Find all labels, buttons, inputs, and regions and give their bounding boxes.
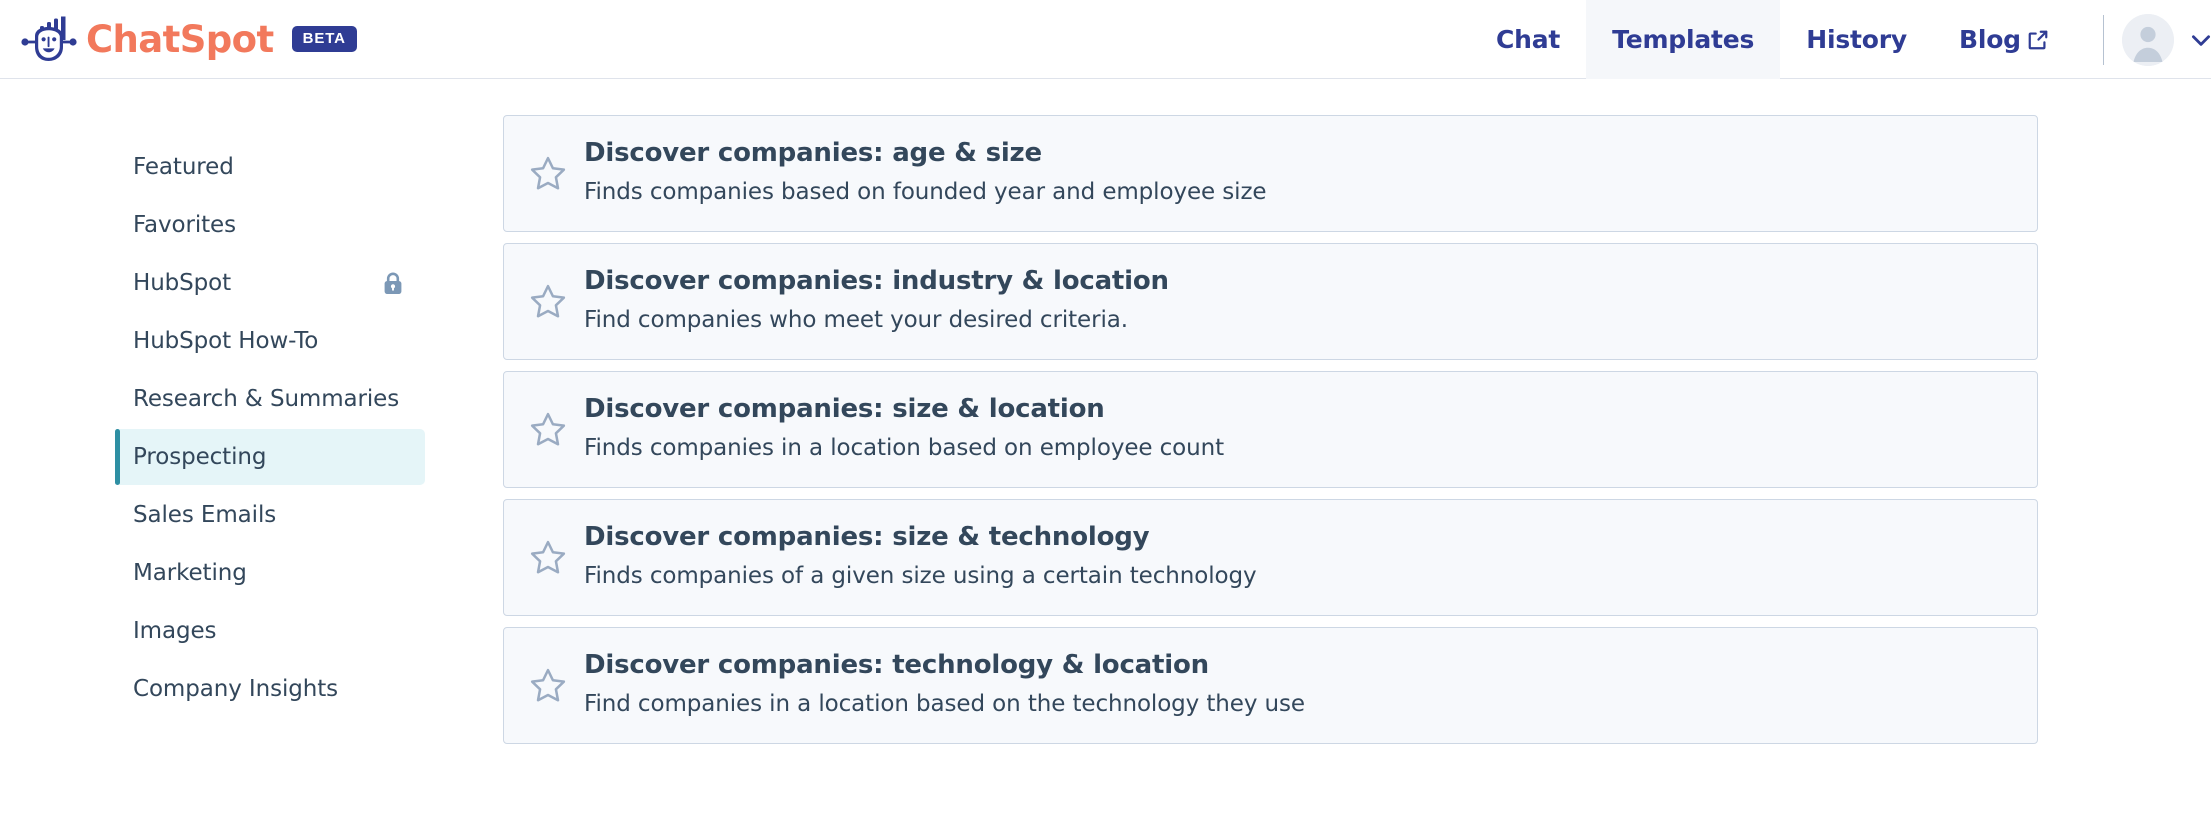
template-card-text: Discover companies: size & location Find… (584, 393, 2037, 464)
brand-logo[interactable]: ChatSpot BETA (0, 0, 357, 79)
nav-item-blog[interactable]: Blog (1933, 0, 2075, 79)
favorite-star-button[interactable] (504, 666, 584, 704)
sidebar-item-label: Images (133, 618, 217, 644)
template-card[interactable]: Discover companies: size & technology Fi… (503, 499, 2038, 616)
sidebar-item-hubspot-how-to[interactable]: HubSpot How-To (115, 313, 425, 369)
star-outline-icon (530, 284, 566, 317)
sidebar-item-label: Featured (133, 154, 234, 180)
beta-badge: BETA (291, 26, 357, 52)
sidebar-item-label: Research & Summaries (133, 386, 400, 412)
template-card[interactable]: Discover companies: size & location Find… (503, 371, 2038, 488)
template-card-text: Discover companies: technology & locatio… (584, 649, 2037, 720)
favorite-star-button[interactable] (504, 154, 584, 192)
lock-icon (383, 272, 403, 295)
template-card-description: Find companies who meet your desired cri… (584, 307, 1128, 334)
main-navigation: Chat Templates History Blog (1470, 0, 2211, 79)
category-sidebar: Featured Favorites HubSpot HubSpot How-T… (115, 115, 425, 744)
lock-icon-glyph (384, 272, 402, 294)
sidebar-item-hubspot[interactable]: HubSpot (115, 255, 425, 311)
user-avatar-icon (2121, 13, 2174, 66)
sidebar-item-label: HubSpot (133, 270, 232, 296)
nav-item-blog-label: Blog (1958, 25, 2021, 54)
template-card[interactable]: Discover companies: age & size Finds com… (503, 115, 2038, 232)
sidebar-item-label: HubSpot How-To (133, 328, 319, 354)
template-list-area: Discover companies: age & size Finds com… (425, 115, 2211, 744)
favorite-star-button[interactable] (504, 282, 584, 320)
star-outline-icon (530, 156, 566, 189)
template-card-title: Discover companies: size & location (584, 393, 1105, 424)
template-card-title: Discover companies: age & size (584, 137, 1042, 168)
template-card-text: Discover companies: age & size Finds com… (584, 137, 2037, 208)
nav-item-templates[interactable]: Templates (1586, 0, 1781, 79)
account-menu[interactable] (2121, 0, 2211, 79)
template-card-description: Finds companies in a location based on e… (584, 435, 1225, 462)
chevron-down-icon[interactable] (2188, 27, 2211, 53)
template-card-description: Finds companies based on founded year an… (584, 179, 1267, 206)
header-divider (2102, 14, 2104, 65)
favorite-star-button[interactable] (504, 538, 584, 576)
sidebar-item-label: Favorites (133, 212, 236, 238)
template-card-list: Discover companies: age & size Finds com… (503, 115, 2038, 744)
star-outline-icon (530, 668, 566, 701)
sidebar-item-label: Company Insights (133, 676, 339, 702)
template-card-title: Discover companies: industry & location (584, 265, 1169, 296)
template-card-description: Find companies in a location based on th… (584, 691, 1305, 718)
sidebar-item-label: Prospecting (133, 444, 267, 470)
sidebar-item-sales-emails[interactable]: Sales Emails (115, 487, 425, 543)
sidebar-item-research-and-summaries[interactable]: Research & Summaries (115, 371, 425, 427)
template-card-title: Discover companies: technology & locatio… (584, 649, 1209, 680)
page-body: Featured Favorites HubSpot HubSpot How-T… (0, 79, 2211, 744)
nav-item-templates-label: Templates (1612, 25, 1755, 54)
nav-item-history[interactable]: History (1780, 0, 1933, 79)
template-card-title: Discover companies: size & technology (584, 521, 1150, 552)
nav-item-history-label: History (1806, 25, 1907, 54)
template-card-text: Discover companies: size & technology Fi… (584, 521, 2037, 592)
sidebar-item-marketing[interactable]: Marketing (115, 545, 425, 601)
star-outline-icon (530, 540, 566, 573)
sidebar-item-label: Sales Emails (133, 502, 277, 528)
sidebar-item-company-insights[interactable]: Company Insights (115, 661, 425, 717)
sidebar-item-featured[interactable]: Featured (115, 139, 425, 195)
favorite-star-button[interactable] (504, 410, 584, 448)
sidebar-item-prospecting[interactable]: Prospecting (115, 429, 425, 485)
external-link-icon (2027, 29, 2049, 51)
nav-item-chat[interactable]: Chat (1470, 0, 1586, 79)
template-card[interactable]: Discover companies: industry & location … (503, 243, 2038, 360)
template-card-text: Discover companies: industry & location … (584, 265, 2037, 336)
nav-item-chat-label: Chat (1496, 25, 1561, 54)
app-header: ChatSpot BETA Chat Templates History Blo… (0, 0, 2211, 79)
sidebar-item-favorites[interactable]: Favorites (115, 197, 425, 253)
sidebar-item-images[interactable]: Images (115, 603, 425, 659)
template-card[interactable]: Discover companies: technology & locatio… (503, 627, 2038, 744)
brand-wordmark: ChatSpot (86, 17, 274, 61)
star-outline-icon (530, 412, 566, 445)
chatspot-face-logo-icon (21, 16, 77, 61)
template-card-description: Finds companies of a given size using a … (584, 563, 1257, 590)
sidebar-item-label: Marketing (133, 560, 247, 586)
